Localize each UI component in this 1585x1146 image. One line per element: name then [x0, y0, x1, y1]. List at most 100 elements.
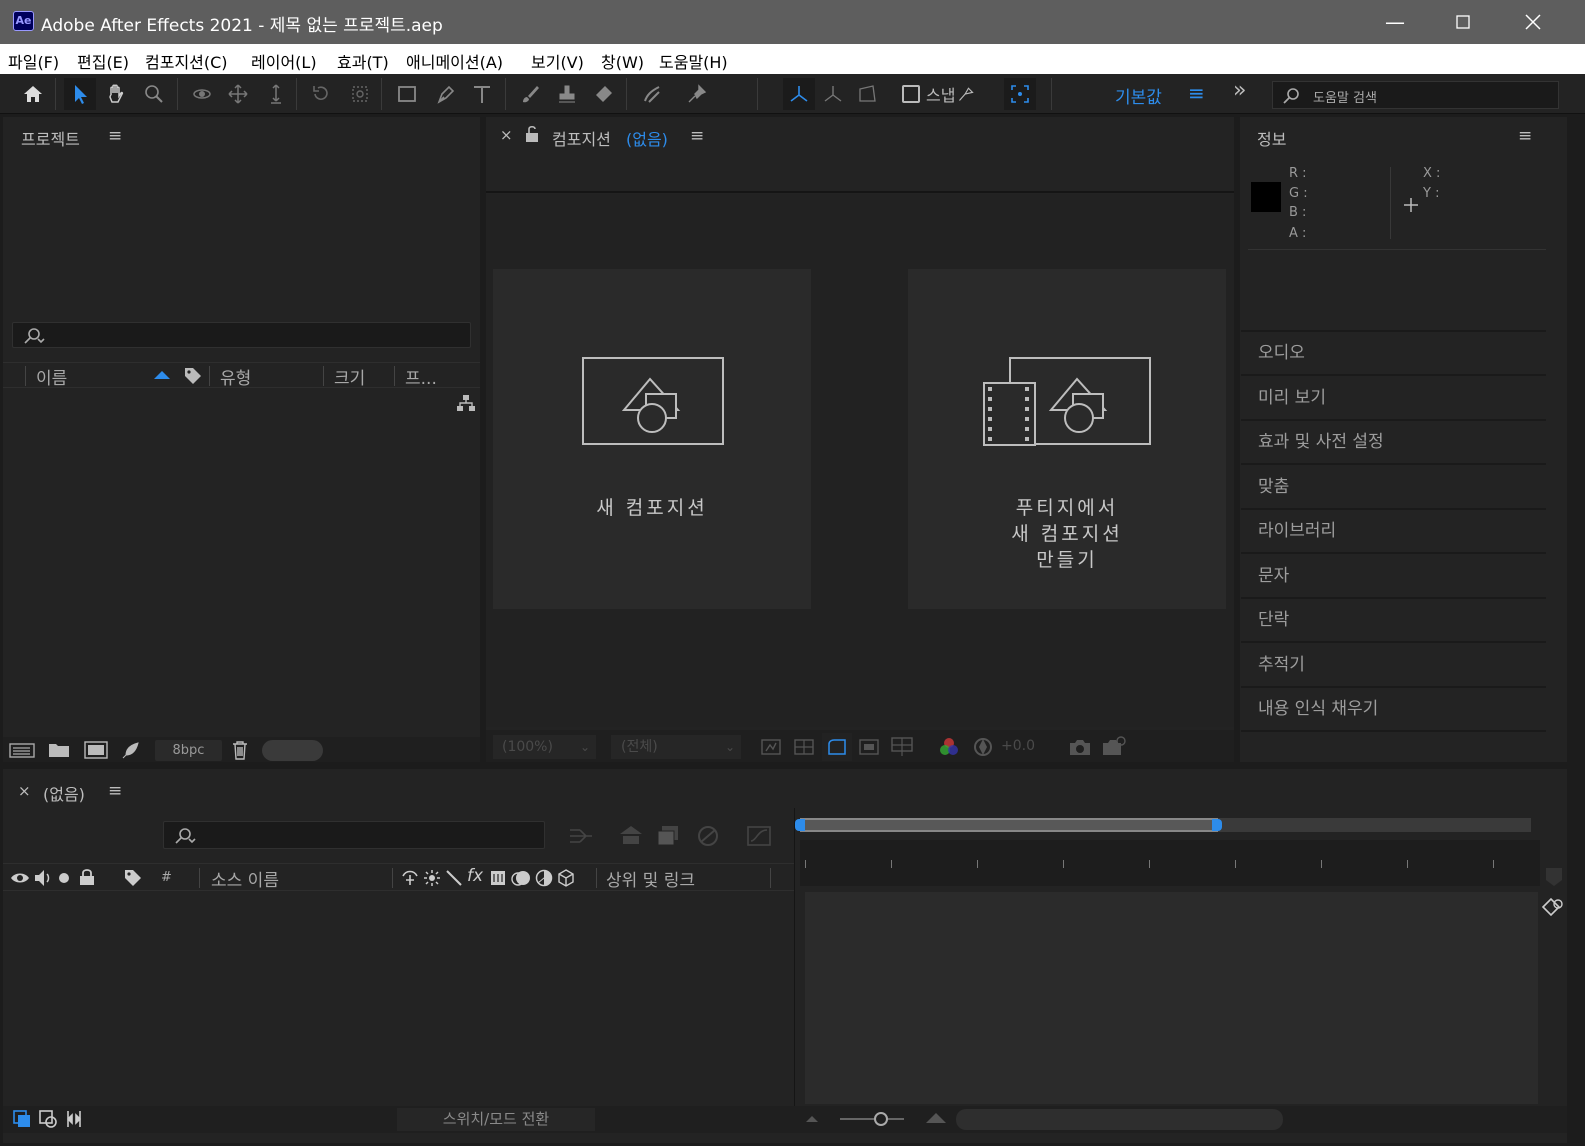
comp-marker-bin-icon[interactable]	[1544, 866, 1564, 888]
pan-camera-icon[interactable]	[222, 78, 254, 110]
3d-layer-icon[interactable]	[557, 869, 575, 887]
info-panel-title[interactable]: 정보	[1257, 126, 1286, 150]
snap-checkbox[interactable]	[902, 85, 920, 103]
mask-visibility-button[interactable]	[822, 733, 852, 761]
effect-fx-icon[interactable]: fx	[467, 866, 483, 886]
layer-switches-icon[interactable]	[12, 1109, 32, 1129]
roto-brush-icon[interactable]	[636, 78, 668, 110]
dolly-camera-icon[interactable]	[260, 78, 292, 110]
panel-align[interactable]: 맞춤	[1241, 466, 1546, 510]
composition-mini-flowchart-icon[interactable]	[568, 825, 594, 847]
column-frame-rate[interactable]: 프...	[405, 364, 437, 389]
timeline-menu-icon[interactable]: ≡	[108, 781, 122, 801]
transfer-controls-icon[interactable]	[38, 1109, 58, 1129]
workspace-menu-icon[interactable]: ≡	[1188, 81, 1205, 105]
motion-blur-icon[interactable]	[511, 868, 531, 888]
panel-libraries[interactable]: 라이브러리	[1241, 510, 1546, 554]
zoom-in-icon[interactable]	[924, 1111, 948, 1125]
column-name[interactable]: 이름	[36, 364, 67, 389]
menu-layer[interactable]: 레이어(L)	[251, 49, 317, 73]
column-layer-number[interactable]: #	[161, 870, 172, 885]
lock-icon[interactable]	[79, 868, 95, 886]
zoom-tool-icon[interactable]	[138, 78, 170, 110]
menu-window[interactable]: 창(W)	[601, 49, 644, 73]
rectangle-tool-icon[interactable]	[391, 78, 423, 110]
project-menu-icon[interactable]: ≡	[108, 126, 122, 146]
snapshot-camera-icon[interactable]	[1068, 737, 1092, 757]
in-out-duration-icon[interactable]	[64, 1109, 84, 1129]
flowchart-icon[interactable]	[456, 394, 476, 412]
rotation-tool-icon[interactable]	[305, 78, 337, 110]
composition-from-footage-card[interactable]: 푸티지에서 새 컴포지션 만들기	[908, 269, 1226, 609]
adjustment-layer-icon[interactable]	[535, 869, 553, 887]
adjust-project-settings-icon[interactable]	[120, 739, 142, 761]
project-panel-title[interactable]: 프로젝트	[21, 126, 80, 150]
region-of-interest-icon[interactable]	[858, 737, 880, 757]
zoom-select[interactable]: (100%) ⌄	[493, 735, 596, 759]
panel-content-aware-fill[interactable]: 내용 인식 채우기	[1241, 688, 1546, 732]
quality-icon[interactable]	[445, 869, 463, 887]
menu-help[interactable]: 도움말(H)	[659, 49, 728, 73]
collapse-transformation-icon[interactable]	[423, 869, 441, 887]
column-size[interactable]: 크기	[334, 364, 365, 389]
timeline-search-input[interactable]	[163, 821, 545, 849]
timeline-zoom-slider[interactable]	[840, 1118, 904, 1120]
transparency-grid-icon[interactable]	[793, 737, 815, 757]
audio-icon[interactable]	[33, 868, 53, 888]
clone-stamp-icon[interactable]	[551, 78, 583, 110]
pen-tool-icon[interactable]	[430, 78, 462, 110]
menu-file[interactable]: 파일(F)	[8, 49, 59, 73]
shy-icon[interactable]	[400, 870, 420, 886]
close-timeline-tab-button[interactable]: ×	[18, 782, 31, 800]
hand-tool-icon[interactable]	[100, 78, 132, 110]
show-snapshot-icon[interactable]	[1101, 735, 1127, 757]
panel-effects-presets[interactable]: 효과 및 사전 설정	[1241, 421, 1546, 465]
column-parent-link[interactable]: 상위 및 링크	[606, 866, 695, 891]
interpret-footage-icon[interactable]	[8, 740, 36, 760]
thumbnail-zoom-slider[interactable]	[262, 740, 323, 761]
menu-animation[interactable]: 애니메이션(A)	[406, 49, 503, 73]
view-axis-icon[interactable]	[851, 78, 883, 110]
composition-panel-title[interactable]: 컴포지션	[552, 126, 611, 150]
reset-exposure-icon[interactable]	[972, 736, 994, 758]
pan-behind-icon[interactable]	[344, 78, 376, 110]
frame-blending-icon[interactable]	[695, 824, 721, 848]
label-tag-icon[interactable]	[123, 868, 143, 888]
selection-tool-icon[interactable]	[64, 78, 96, 110]
composition-menu-icon[interactable]: ≡	[690, 126, 704, 146]
graph-editor-icon[interactable]	[746, 824, 772, 848]
project-search-input[interactable]	[12, 322, 471, 348]
new-composition-card[interactable]: 새 컴포지션	[493, 269, 811, 609]
world-axis-icon[interactable]	[817, 78, 849, 110]
label-tag-icon[interactable]	[183, 366, 203, 386]
timeline-horizontal-scrollbar[interactable]	[956, 1109, 1283, 1130]
type-tool-icon[interactable]	[466, 78, 498, 110]
close-button[interactable]	[1498, 0, 1568, 44]
exposure-value[interactable]: +0.0	[1001, 738, 1035, 754]
menu-composition[interactable]: 컴포지션(C)	[145, 49, 228, 73]
column-source-name[interactable]: 소스 이름	[211, 866, 279, 891]
eye-icon[interactable]	[10, 871, 30, 885]
new-composition-icon[interactable]	[83, 739, 109, 761]
solo-icon[interactable]	[58, 872, 70, 884]
menu-effect[interactable]: 효과(T)	[337, 49, 389, 73]
work-area-end-handle[interactable]	[1212, 819, 1222, 831]
grid-guides-icon[interactable]	[890, 735, 914, 757]
comp-button-icon[interactable]	[1541, 895, 1565, 917]
column-type[interactable]: 유형	[220, 364, 251, 389]
help-search-input[interactable]: 도움말 검색	[1272, 81, 1559, 109]
eraser-tool-icon[interactable]	[588, 78, 620, 110]
maximize-button[interactable]	[1428, 0, 1498, 44]
timeline-track-area[interactable]	[805, 892, 1538, 1104]
puppet-pin-icon[interactable]	[681, 78, 713, 110]
resolution-select[interactable]: (전체) ⌄	[611, 735, 741, 759]
panel-character[interactable]: 문자	[1241, 555, 1546, 599]
lock-open-icon[interactable]	[525, 125, 539, 143]
home-icon[interactable]	[17, 78, 49, 110]
trash-icon[interactable]	[230, 739, 250, 761]
new-folder-icon[interactable]	[47, 740, 71, 760]
toggle-switches-modes-button[interactable]: 스위치/모드 전환	[397, 1108, 595, 1131]
bit-depth-button[interactable]: 8bpc	[155, 740, 222, 761]
work-area-start-handle[interactable]	[795, 819, 805, 831]
sort-ascending-icon[interactable]	[153, 370, 171, 380]
